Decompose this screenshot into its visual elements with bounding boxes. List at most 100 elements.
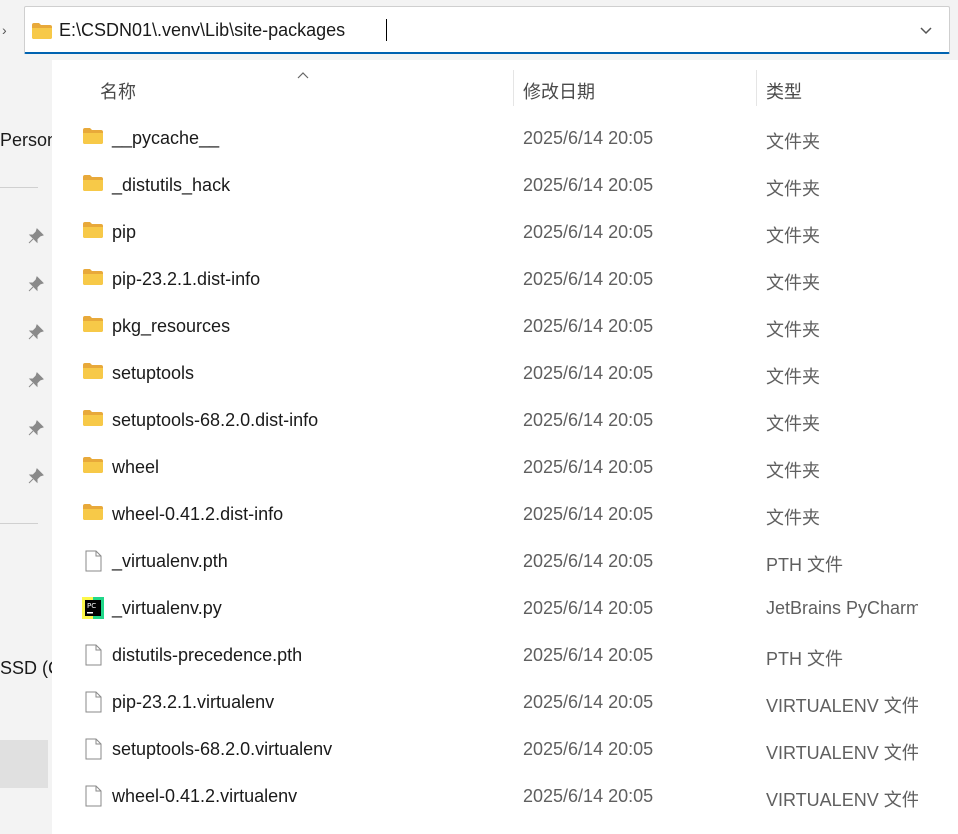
file-type: PTH 文件 <box>766 649 844 669</box>
file-type: 文件夹 <box>766 226 820 246</box>
table-row[interactable]: pip-23.2.1.virtualenv 2025/6/14 20:05 VIRT… <box>52 678 918 725</box>
pin-icon[interactable] <box>28 420 44 436</box>
folder-icon <box>82 127 104 150</box>
file-icon <box>82 550 104 577</box>
file-list: 名称 修改日期 类型 __pycache__ 2025/6/14 20:05 文件夹… <box>52 60 918 834</box>
nav-divider <box>0 523 38 524</box>
table-row[interactable]: pip 2025/6/14 20:05 文件夹 <box>52 208 918 255</box>
chevron-down-icon[interactable] <box>919 23 933 42</box>
file-icon <box>82 644 104 671</box>
table-row[interactable]: setuptools-68.2.0.dist-info 2025/6/14 20:… <box>52 396 918 443</box>
table-row[interactable]: setuptools-68.2.0.virtualenv 2025/6/14 20… <box>52 725 918 772</box>
file-type: VIRTUALENV 文件 <box>766 790 918 810</box>
file-icon <box>82 691 104 718</box>
folder-icon <box>82 362 104 385</box>
file-name: setuptools-68.2.0.virtualenv <box>112 739 333 759</box>
file-type: 文件夹 <box>766 414 820 434</box>
file-modified-date: 2025/6/14 20:05 <box>523 786 654 806</box>
file-name: wheel <box>112 457 160 477</box>
column-header-row: 名称 修改日期 类型 <box>52 60 918 116</box>
file-name: distutils-precedence.pth <box>112 645 303 665</box>
file-name: pip-23.2.1.virtualenv <box>112 692 275 712</box>
table-row[interactable]: wheel 2025/6/14 20:05 文件夹 <box>52 443 918 490</box>
file-modified-date: 2025/6/14 20:05 <box>523 222 654 242</box>
svg-text:PC: PC <box>87 602 96 610</box>
file-type: 文件夹 <box>766 320 820 340</box>
table-row[interactable]: __pycache__ 2025/6/14 20:05 文件夹 <box>52 114 918 161</box>
file-name: wheel-0.41.2.virtualenv <box>112 786 298 806</box>
file-name: __pycache__ <box>112 128 220 148</box>
path-input[interactable] <box>59 19 899 41</box>
table-row[interactable]: _virtualenv.pth 2025/6/14 20:05 PTH 文件 <box>52 537 918 584</box>
file-type: 文件夹 <box>766 179 820 199</box>
file-type: PTH 文件 <box>766 555 844 575</box>
folder-icon <box>82 221 104 244</box>
file-type: 文件夹 <box>766 508 820 528</box>
table-row[interactable]: pkg_resources 2025/6/14 20:05 文件夹 <box>52 302 918 349</box>
scroll-gutter <box>918 60 958 834</box>
pin-icon[interactable] <box>28 276 44 292</box>
text-caret <box>386 19 387 41</box>
pin-icon[interactable] <box>28 468 44 484</box>
table-row[interactable]: wheel-0.41.2.dist-info 2025/6/14 20:05 文件夹 <box>52 490 918 537</box>
file-type: VIRTUALENV 文件 <box>766 696 918 716</box>
file-type: 文件夹 <box>766 367 820 387</box>
file-name: setuptools-68.2.0.dist-info <box>112 410 319 430</box>
folder-icon <box>82 409 104 432</box>
column-divider[interactable] <box>513 70 514 106</box>
file-modified-date: 2025/6/14 20:05 <box>523 175 654 195</box>
nav-item-personal[interactable]: Person <box>0 130 52 151</box>
file-name: pkg_resources <box>112 316 231 336</box>
file-name: pip-23.2.1.dist-info <box>112 269 261 289</box>
file-modified-date: 2025/6/14 20:05 <box>523 269 654 289</box>
file-modified-date: 2025/6/14 20:05 <box>523 645 654 665</box>
table-row[interactable]: setuptools 2025/6/14 20:05 文件夹 <box>52 349 918 396</box>
folder-icon <box>82 456 104 479</box>
file-type: 文件夹 <box>766 273 820 293</box>
file-type: 文件夹 <box>766 132 820 152</box>
column-divider[interactable] <box>756 70 757 106</box>
pin-icon[interactable] <box>28 228 44 244</box>
file-modified-date: 2025/6/14 20:05 <box>523 128 654 148</box>
nav-item-selected[interactable] <box>0 740 48 788</box>
folder-icon <box>82 174 104 197</box>
column-header-type[interactable]: 类型 <box>766 78 802 104</box>
table-row[interactable]: pip-23.2.1.dist-info 2025/6/14 20:05 文件夹 <box>52 255 918 302</box>
back-arrow-icon[interactable]: › <box>2 22 7 38</box>
file-modified-date: 2025/6/14 20:05 <box>523 551 654 571</box>
column-header-name[interactable]: 名称 <box>100 78 136 104</box>
table-row[interactable]: PC _virtualenv.py 2025/6/14 20:05 JetBrains… <box>52 584 918 631</box>
file-modified-date: 2025/6/14 20:05 <box>523 363 654 383</box>
file-name: wheel-0.41.2.dist-info <box>112 504 284 524</box>
nav-item-drive[interactable]: SSD (C <box>0 658 52 679</box>
file-modified-date: 2025/6/14 20:05 <box>523 504 654 524</box>
address-bar[interactable] <box>24 6 950 54</box>
file-modified-date: 2025/6/14 20:05 <box>523 739 654 759</box>
file-name: _virtualenv.py <box>112 598 222 618</box>
table-row[interactable]: distutils-precedence.pth 2025/6/14 20:05 P… <box>52 631 918 678</box>
folder-icon <box>31 22 53 45</box>
file-name: _distutils_hack <box>112 175 231 195</box>
file-name: setuptools <box>112 363 195 383</box>
file-type: JetBrains PyCharm <box>766 598 918 618</box>
column-header-date[interactable]: 修改日期 <box>523 78 595 104</box>
file-modified-date: 2025/6/14 20:05 <box>523 598 654 618</box>
file-name: pip <box>112 222 137 242</box>
file-modified-date: 2025/6/14 20:05 <box>523 410 654 430</box>
pin-icon[interactable] <box>28 372 44 388</box>
table-row[interactable]: wheel-0.41.2.virtualenv 2025/6/14 20:05 VI… <box>52 772 918 819</box>
folder-icon <box>82 503 104 526</box>
file-icon <box>82 785 104 812</box>
table-row[interactable]: _distutils_hack 2025/6/14 20:05 文件夹 <box>52 161 918 208</box>
file-modified-date: 2025/6/14 20:05 <box>523 457 654 477</box>
file-type: VIRTUALENV 文件 <box>766 743 918 763</box>
nav-divider <box>0 187 38 188</box>
file-type: 文件夹 <box>766 461 820 481</box>
sort-ascending-icon <box>297 66 309 84</box>
pin-icon[interactable] <box>28 324 44 340</box>
pycharm-icon: PC <box>82 597 104 624</box>
file-modified-date: 2025/6/14 20:05 <box>523 316 654 336</box>
file-name: _virtualenv.pth <box>112 551 228 571</box>
navigation-pane: Person SSD (C <box>0 60 52 834</box>
folder-icon <box>82 268 104 291</box>
